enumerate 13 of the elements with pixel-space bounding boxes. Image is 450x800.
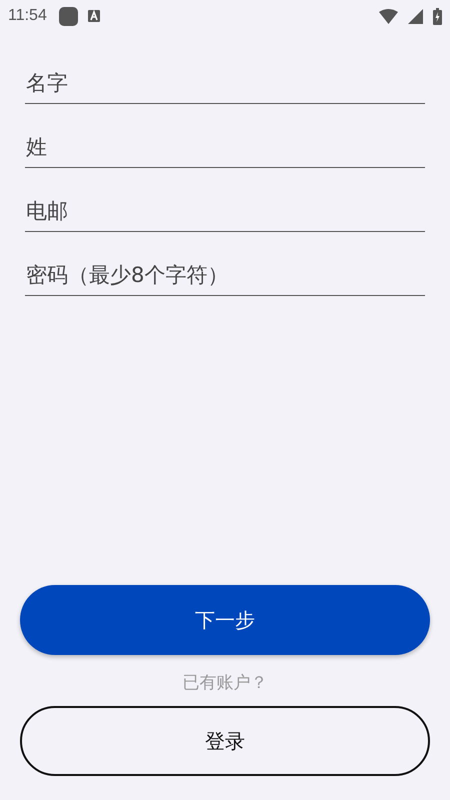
input-field[interactable]: 名字 — [25, 63, 425, 104]
wifi-icon — [379, 8, 398, 24]
account-prompt: 已有账户？ — [182, 672, 268, 694]
input-field[interactable]: 密码（最少8个字符） — [25, 255, 425, 296]
input-field[interactable]: 电邮 — [25, 191, 425, 232]
login-button[interactable]: 登录 — [20, 706, 430, 776]
keyboard-notification-icon — [88, 10, 100, 22]
signal-icon — [408, 8, 423, 24]
input-field[interactable]: 姓 — [25, 127, 425, 168]
status-time: 11:54 — [8, 7, 47, 25]
battery-charging-icon — [433, 8, 442, 24]
app-notification-icon — [58, 6, 78, 26]
next-button[interactable]: 下一步 — [20, 585, 430, 655]
